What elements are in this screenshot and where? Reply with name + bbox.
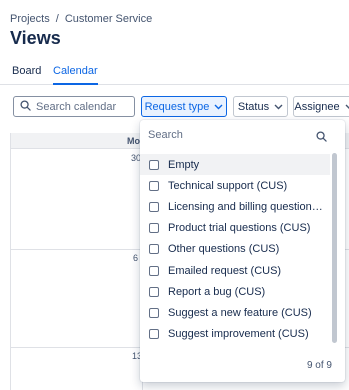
option-suggest-improvement[interactable]: Suggest improvement (CUS) [140,324,330,345]
option-checkbox[interactable] [149,286,159,297]
option-checkbox[interactable] [149,329,159,340]
option-label: Licensing and billing questions (C... [168,200,328,213]
option-checkbox[interactable] [149,223,159,234]
option-label: Empty [168,158,200,171]
search-icon [20,98,31,116]
option-label: Emailed request (CUS) [168,264,282,277]
breadcrumb-projects-link[interactable]: Projects [10,13,50,25]
option-label: Technical support (CUS) [168,179,288,192]
request-type-filter-button[interactable]: Request type [141,96,227,117]
breadcrumb-customer-service-link[interactable]: Customer Service [65,13,152,25]
request-type-label: Request type [144,100,210,113]
option-checkbox[interactable] [149,201,159,212]
option-emailed-request[interactable]: Emailed request (CUS) [140,260,330,281]
option-checkbox[interactable] [149,265,159,276]
option-checkbox[interactable] [149,307,159,318]
request-type-dropdown: Empty Technical support (CUS) Licensing … [140,120,345,382]
status-label: Status [237,100,270,113]
breadcrumb-separator: / [55,13,59,25]
option-label: Product trial questions (CUS) [168,222,311,235]
options-count: 9 of 9 [306,360,332,371]
day-of-week-monday: Mo [127,136,140,146]
search-calendar-field[interactable] [13,96,135,117]
option-other-questions[interactable]: Other questions (CUS) [140,239,330,260]
status-filter-button[interactable]: Status [233,96,288,117]
option-licensing-billing[interactable]: Licensing and billing questions (C... [140,196,330,217]
option-label: Suggest a new feature (CUS) [168,306,312,319]
breadcrumb: Projects / Customer Service [10,13,152,25]
dropdown-search-input[interactable] [148,129,313,141]
dropdown-scrollbar-thumb[interactable] [332,153,337,343]
page-title: Views [10,28,61,48]
tab-board[interactable]: Board [12,65,41,85]
option-label: Report a bug (CUS) [168,285,266,298]
assignee-filter-button[interactable]: Assignee [293,96,349,117]
option-technical-support[interactable]: Technical support (CUS) [140,175,330,196]
search-icon [316,129,327,147]
chevron-down-icon [214,101,223,113]
option-empty[interactable]: Empty [140,154,330,176]
dropdown-search [140,120,345,150]
assignee-label: Assignee [294,100,340,113]
tab-calendar[interactable]: Calendar [53,65,98,85]
request-type-options: Empty Technical support (CUS) Licensing … [140,154,330,345]
option-checkbox[interactable] [149,159,159,170]
option-label: Other questions (CUS) [168,243,280,256]
option-report-bug[interactable]: Report a bug (CUS) [140,281,330,302]
option-checkbox[interactable] [149,244,159,255]
option-label: Suggest improvement (CUS) [168,328,309,341]
chevron-down-icon [274,101,283,113]
calendar-day-cell[interactable]: 6 [133,253,138,263]
search-calendar-input[interactable] [36,100,131,113]
chevron-down-icon [345,101,349,113]
option-product-trial[interactable]: Product trial questions (CUS) [140,218,330,239]
option-checkbox[interactable] [149,180,159,191]
option-suggest-feature[interactable]: Suggest a new feature (CUS) [140,302,330,323]
view-tabs: Board Calendar [0,63,349,85]
